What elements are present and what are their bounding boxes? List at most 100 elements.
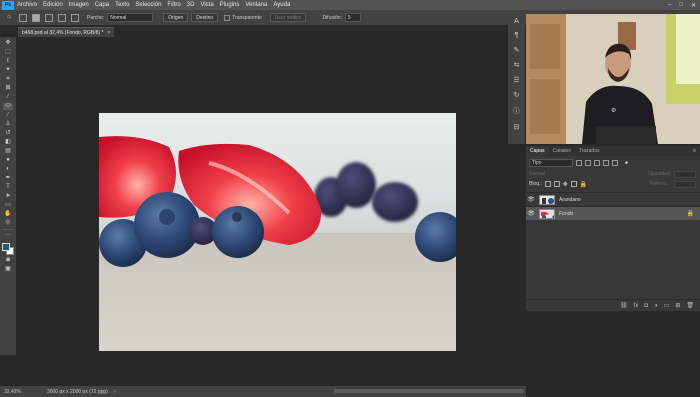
layer-lock-icon[interactable]: 🔒 bbox=[687, 210, 694, 217]
brush-tool-icon[interactable]: ∕ bbox=[3, 112, 13, 119]
tab-layers[interactable]: Capas bbox=[526, 146, 549, 156]
use-pattern-button[interactable]: Usar motivo bbox=[269, 13, 307, 22]
menu-filtro[interactable]: Filtro bbox=[167, 2, 180, 8]
lock-all-icon[interactable]: 🔒 bbox=[580, 181, 587, 188]
lock-position-icon[interactable]: ✥ bbox=[563, 181, 568, 188]
quick-mask-icon[interactable]: ◙ bbox=[3, 257, 13, 264]
path-selection-tool-icon[interactable]: ➤ bbox=[3, 193, 13, 200]
tab-channels[interactable]: Canales bbox=[548, 148, 574, 154]
filter-type-icon[interactable] bbox=[594, 159, 600, 166]
home-icon[interactable]: ⌂ bbox=[4, 14, 14, 21]
layer-row-arandano[interactable]: 👁 Arandano bbox=[526, 192, 700, 206]
info-panel-icon[interactable]: ⓘ bbox=[512, 106, 522, 116]
panel-menu-icon[interactable]: ≡ bbox=[693, 148, 696, 154]
menu-vista[interactable]: Vista bbox=[200, 2, 213, 8]
document-tab[interactable]: b468.psd al 32,4% (Fondo, RGB/8) * × bbox=[18, 27, 115, 37]
stamp-tool-icon[interactable]: ♙ bbox=[3, 121, 13, 128]
visibility-eye-icon[interactable]: 👁 bbox=[526, 210, 536, 217]
layer-name[interactable]: Fondo bbox=[559, 211, 687, 217]
subtract-selection-icon[interactable] bbox=[58, 13, 66, 22]
pen-tool-icon[interactable]: ✒ bbox=[3, 175, 13, 182]
menu-capa[interactable]: Capa bbox=[95, 2, 109, 8]
layer-row-fondo[interactable]: 👁 Fondo 🔒 bbox=[526, 206, 700, 220]
diffusion-input[interactable]: 5 bbox=[344, 13, 361, 22]
hand-tool-icon[interactable]: ✋ bbox=[3, 211, 13, 218]
destination-button[interactable]: Destino bbox=[191, 13, 219, 22]
lock-transparency-icon[interactable] bbox=[544, 181, 551, 187]
properties-panel-icon[interactable]: ⊟ bbox=[512, 123, 522, 131]
color-swatches[interactable] bbox=[2, 243, 14, 255]
dodge-tool-icon[interactable]: ◐ bbox=[3, 166, 13, 173]
origin-button[interactable]: Origen bbox=[163, 13, 189, 22]
menu-seleccion[interactable]: Selección bbox=[135, 2, 161, 8]
adjustments-panel-icon[interactable]: ☰ bbox=[512, 76, 522, 84]
brushes-panel-icon[interactable]: ✎ bbox=[512, 46, 522, 54]
tab-paths[interactable]: Trazados bbox=[575, 148, 604, 154]
type-tool-icon[interactable]: T bbox=[3, 184, 13, 191]
fill-input[interactable] bbox=[674, 180, 696, 188]
menu-ventana[interactable]: Ventana bbox=[245, 2, 267, 8]
menu-edicion[interactable]: Edición bbox=[43, 2, 63, 8]
menu-archivo[interactable]: Archivo bbox=[17, 2, 37, 8]
new-group-icon[interactable]: ▭ bbox=[664, 302, 670, 309]
frame-tool-icon[interactable]: ⊠ bbox=[3, 85, 13, 92]
paragraph-panel-icon[interactable]: ¶ bbox=[512, 32, 522, 39]
horizontal-scrollbar[interactable] bbox=[334, 389, 524, 393]
layer-style-icon[interactable]: fx bbox=[634, 303, 639, 309]
zoom-tool-icon[interactable]: ⚲ bbox=[3, 220, 13, 227]
add-mask-icon[interactable]: ◘ bbox=[644, 303, 648, 309]
close-tab-icon[interactable]: × bbox=[107, 30, 110, 36]
delete-layer-icon[interactable]: 🗑 bbox=[686, 302, 694, 309]
filter-adjustment-icon[interactable] bbox=[585, 159, 591, 166]
filter-toggle-icon[interactable]: ● bbox=[625, 160, 628, 166]
history-brush-tool-icon[interactable]: ↺ bbox=[3, 130, 13, 137]
tool-preset-icon[interactable] bbox=[19, 13, 27, 22]
new-selection-icon[interactable] bbox=[32, 13, 40, 22]
add-selection-icon[interactable] bbox=[45, 13, 53, 22]
opacity-input[interactable] bbox=[674, 170, 696, 178]
filter-smart-object-icon[interactable] bbox=[612, 159, 618, 166]
menu-imagen[interactable]: Imagen bbox=[69, 2, 89, 8]
tool-presets-panel-icon[interactable]: ⇆ bbox=[512, 61, 522, 69]
menu-ayuda[interactable]: Ayuda bbox=[273, 2, 290, 8]
maximize-button[interactable]: □ bbox=[679, 2, 683, 9]
rectangle-tool-icon[interactable]: ▭ bbox=[3, 202, 13, 209]
gradient-tool-icon[interactable]: ▤ bbox=[3, 148, 13, 155]
photoshop-logo[interactable]: Ps bbox=[2, 0, 14, 10]
blur-tool-icon[interactable]: ● bbox=[3, 157, 13, 164]
link-layers-icon[interactable]: ⛓ bbox=[620, 302, 628, 309]
filter-shape-icon[interactable] bbox=[603, 159, 609, 166]
magic-wand-tool-icon[interactable]: ✦ bbox=[3, 67, 13, 74]
move-tool-icon[interactable]: ✥ bbox=[3, 40, 13, 47]
menu-plugins[interactable]: Plugins bbox=[220, 2, 240, 8]
patch-tool-icon[interactable]: ⬭ bbox=[3, 103, 13, 110]
layer-name[interactable]: Arandano bbox=[559, 197, 700, 203]
menu-texto[interactable]: Texto bbox=[115, 2, 129, 8]
menu-3d[interactable]: 3D bbox=[187, 2, 195, 8]
marquee-tool-icon[interactable]: ⬚ bbox=[3, 49, 13, 56]
crop-tool-icon[interactable]: ⌗ bbox=[3, 76, 13, 83]
character-panel-icon[interactable]: A bbox=[512, 18, 522, 25]
transparent-checkbox[interactable] bbox=[224, 14, 231, 21]
new-layer-icon[interactable]: ⊞ bbox=[675, 302, 680, 309]
blend-mode-select[interactable]: Normal bbox=[529, 171, 545, 177]
close-window-button[interactable]: ✕ bbox=[691, 2, 696, 9]
minimize-button[interactable]: – bbox=[668, 2, 671, 9]
patch-mode-select[interactable]: Normal bbox=[107, 13, 154, 22]
adjustment-layer-icon[interactable]: ◑ bbox=[654, 303, 658, 309]
foreground-color-swatch[interactable] bbox=[2, 243, 10, 251]
intersect-selection-icon[interactable] bbox=[71, 13, 79, 22]
eyedropper-tool-icon[interactable]: ⁄ bbox=[3, 94, 13, 101]
status-menu-arrow[interactable]: › bbox=[114, 389, 116, 395]
eraser-tool-icon[interactable]: ◧ bbox=[3, 139, 13, 146]
more-tools-icon[interactable]: ··· bbox=[3, 232, 13, 239]
kind-filter-select[interactable]: Tipo bbox=[529, 158, 573, 167]
screen-mode-icon[interactable]: ▣ bbox=[3, 266, 13, 273]
zoom-level[interactable]: 32,42% bbox=[4, 389, 21, 395]
document-canvas[interactable] bbox=[99, 113, 456, 351]
history-panel-icon[interactable]: ↻ bbox=[512, 91, 522, 99]
lock-image-icon[interactable] bbox=[553, 181, 560, 187]
lock-artboard-icon[interactable] bbox=[570, 181, 577, 187]
visibility-eye-icon[interactable]: 👁 bbox=[526, 196, 536, 203]
filter-pixel-icon[interactable] bbox=[576, 159, 582, 166]
